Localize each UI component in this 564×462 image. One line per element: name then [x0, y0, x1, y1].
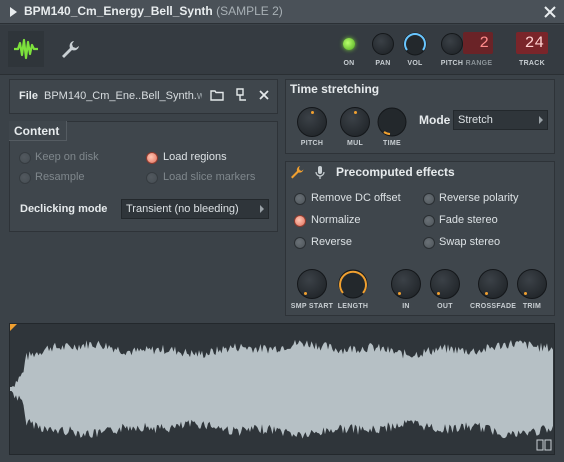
title-bar[interactable]: BPM140_Cm_Energy_Bell_Synth (SAMPLE 2)	[0, 0, 564, 24]
time-stretching-title: Time stretching	[290, 82, 380, 96]
smp-start-label: SMP START	[290, 303, 334, 310]
normalize-label: Normalize	[311, 214, 361, 226]
resample-label: Resample	[35, 171, 85, 183]
reverse-polarity-label: Reverse polarity	[439, 192, 519, 204]
mixer-track-display[interactable]: 24	[516, 32, 548, 54]
browse-file-button[interactable]	[206, 84, 228, 106]
reverse-radio[interactable]	[294, 237, 306, 249]
close-icon[interactable]	[542, 4, 558, 20]
length-knob[interactable]	[336, 267, 370, 301]
start-marker-icon[interactable]	[10, 324, 18, 332]
load-regions-radio[interactable]	[146, 152, 158, 164]
pitch-label: PITCH	[440, 60, 464, 67]
vol-label: VOL	[407, 60, 423, 67]
file-label: File	[19, 90, 38, 102]
sampler-channel-window: BPM140_Cm_Energy_Bell_Synth (SAMPLE 2) O…	[0, 0, 564, 462]
waveform-display[interactable]	[9, 323, 555, 455]
pan-knob[interactable]	[372, 33, 394, 55]
stretch-mode-select[interactable]: Stretch	[453, 110, 548, 130]
normalize-radio[interactable]	[294, 215, 306, 227]
waveform-icon	[14, 38, 38, 60]
declicking-mode-label: Declicking mode	[20, 203, 108, 215]
channel-on-led[interactable]	[343, 38, 355, 50]
file-name-base: BPM140_Cm_Ene..Bell_Synth.	[44, 90, 197, 102]
mode-label: Mode	[419, 113, 451, 127]
load-regions-label: Load regions	[163, 151, 227, 163]
fade-in-label: IN	[402, 303, 410, 310]
load-slice-markers-radio[interactable]	[146, 172, 158, 184]
locate-file-button[interactable]	[231, 84, 253, 106]
stretch-time-knob[interactable]	[375, 105, 409, 139]
pan-label: PAN	[375, 60, 391, 67]
smp-start-knob[interactable]	[297, 269, 327, 299]
crossfade-label: CROSSFADE	[470, 303, 517, 310]
length-label: LENGTH	[337, 303, 369, 310]
chevron-right-icon	[539, 116, 543, 124]
track-label: TRACK	[519, 60, 545, 67]
waveform-graphic	[10, 339, 553, 439]
fade-out-knob[interactable]	[430, 269, 460, 299]
pitch-range-display[interactable]: 2	[463, 32, 493, 54]
waveform-zoom-icon[interactable]	[536, 438, 552, 452]
file-name[interactable]: BPM140_Cm_Ene..Bell_Synth.wav	[44, 90, 202, 102]
wrench-icon[interactable]	[289, 164, 305, 180]
trim-knob[interactable]	[517, 269, 547, 299]
stretch-mul-label: MUL	[346, 140, 364, 147]
pitch-knob[interactable]	[441, 33, 463, 55]
trim-label: TRIM	[522, 303, 542, 310]
stretch-pitch-knob[interactable]	[297, 107, 327, 137]
folder-icon	[210, 90, 224, 101]
stretch-mul-knob[interactable]	[340, 107, 370, 137]
file-name-ext: wav	[196, 90, 202, 102]
locate-icon	[236, 88, 246, 101]
microphone-icon[interactable]	[314, 164, 326, 180]
window-title-subtitle: (SAMPLE 2)	[216, 4, 283, 18]
fade-in-knob[interactable]	[391, 269, 421, 299]
swap-stereo-radio[interactable]	[423, 237, 435, 249]
vol-knob[interactable]	[401, 30, 429, 58]
wrench-icon	[62, 41, 79, 58]
range-label: RANGE	[465, 60, 493, 67]
swap-stereo-label: Swap stereo	[439, 236, 501, 248]
remove-dc-label: Remove DC offset	[311, 192, 401, 204]
load-slice-markers-label: Load slice markers	[163, 171, 256, 183]
window-title-name: BPM140_Cm_Energy_Bell_Synth	[24, 4, 213, 18]
settings-tab[interactable]	[52, 31, 88, 67]
close-icon	[259, 90, 269, 100]
chevron-right-icon	[260, 205, 264, 213]
fade-out-label: OUT	[437, 303, 453, 310]
remove-dc-radio[interactable]	[294, 193, 306, 205]
waveform-tab[interactable]	[8, 31, 44, 67]
stretch-time-label: TIME	[383, 140, 401, 147]
reverse-polarity-radio[interactable]	[423, 193, 435, 205]
precomputed-effects-title: Precomputed effects	[336, 165, 455, 179]
declicking-mode-select[interactable]: Transient (no bleeding)	[121, 199, 269, 219]
resample-radio[interactable]	[19, 172, 31, 184]
keep-on-disk-radio[interactable]	[19, 152, 31, 164]
on-label: ON	[343, 60, 355, 67]
window-menu-arrow-icon[interactable]	[6, 5, 20, 19]
window-title: BPM140_Cm_Energy_Bell_Synth (SAMPLE 2)	[24, 4, 283, 18]
declicking-mode-value: Transient (no bleeding)	[126, 203, 239, 215]
stretch-mode-value: Stretch	[458, 114, 493, 126]
fade-stereo-radio[interactable]	[423, 215, 435, 227]
fade-stereo-label: Fade stereo	[439, 214, 498, 226]
reverse-label: Reverse	[311, 236, 352, 248]
keep-on-disk-label: Keep on disk	[35, 151, 99, 163]
channel-toolbar: ON PAN VOL PITCH 2 RANGE 24 TRACK	[0, 25, 564, 75]
content-title: Content	[14, 124, 60, 138]
stretch-pitch-label: PITCH	[300, 140, 324, 147]
remove-file-button[interactable]	[253, 84, 275, 106]
crossfade-knob[interactable]	[478, 269, 508, 299]
waveform-shape	[10, 339, 553, 439]
